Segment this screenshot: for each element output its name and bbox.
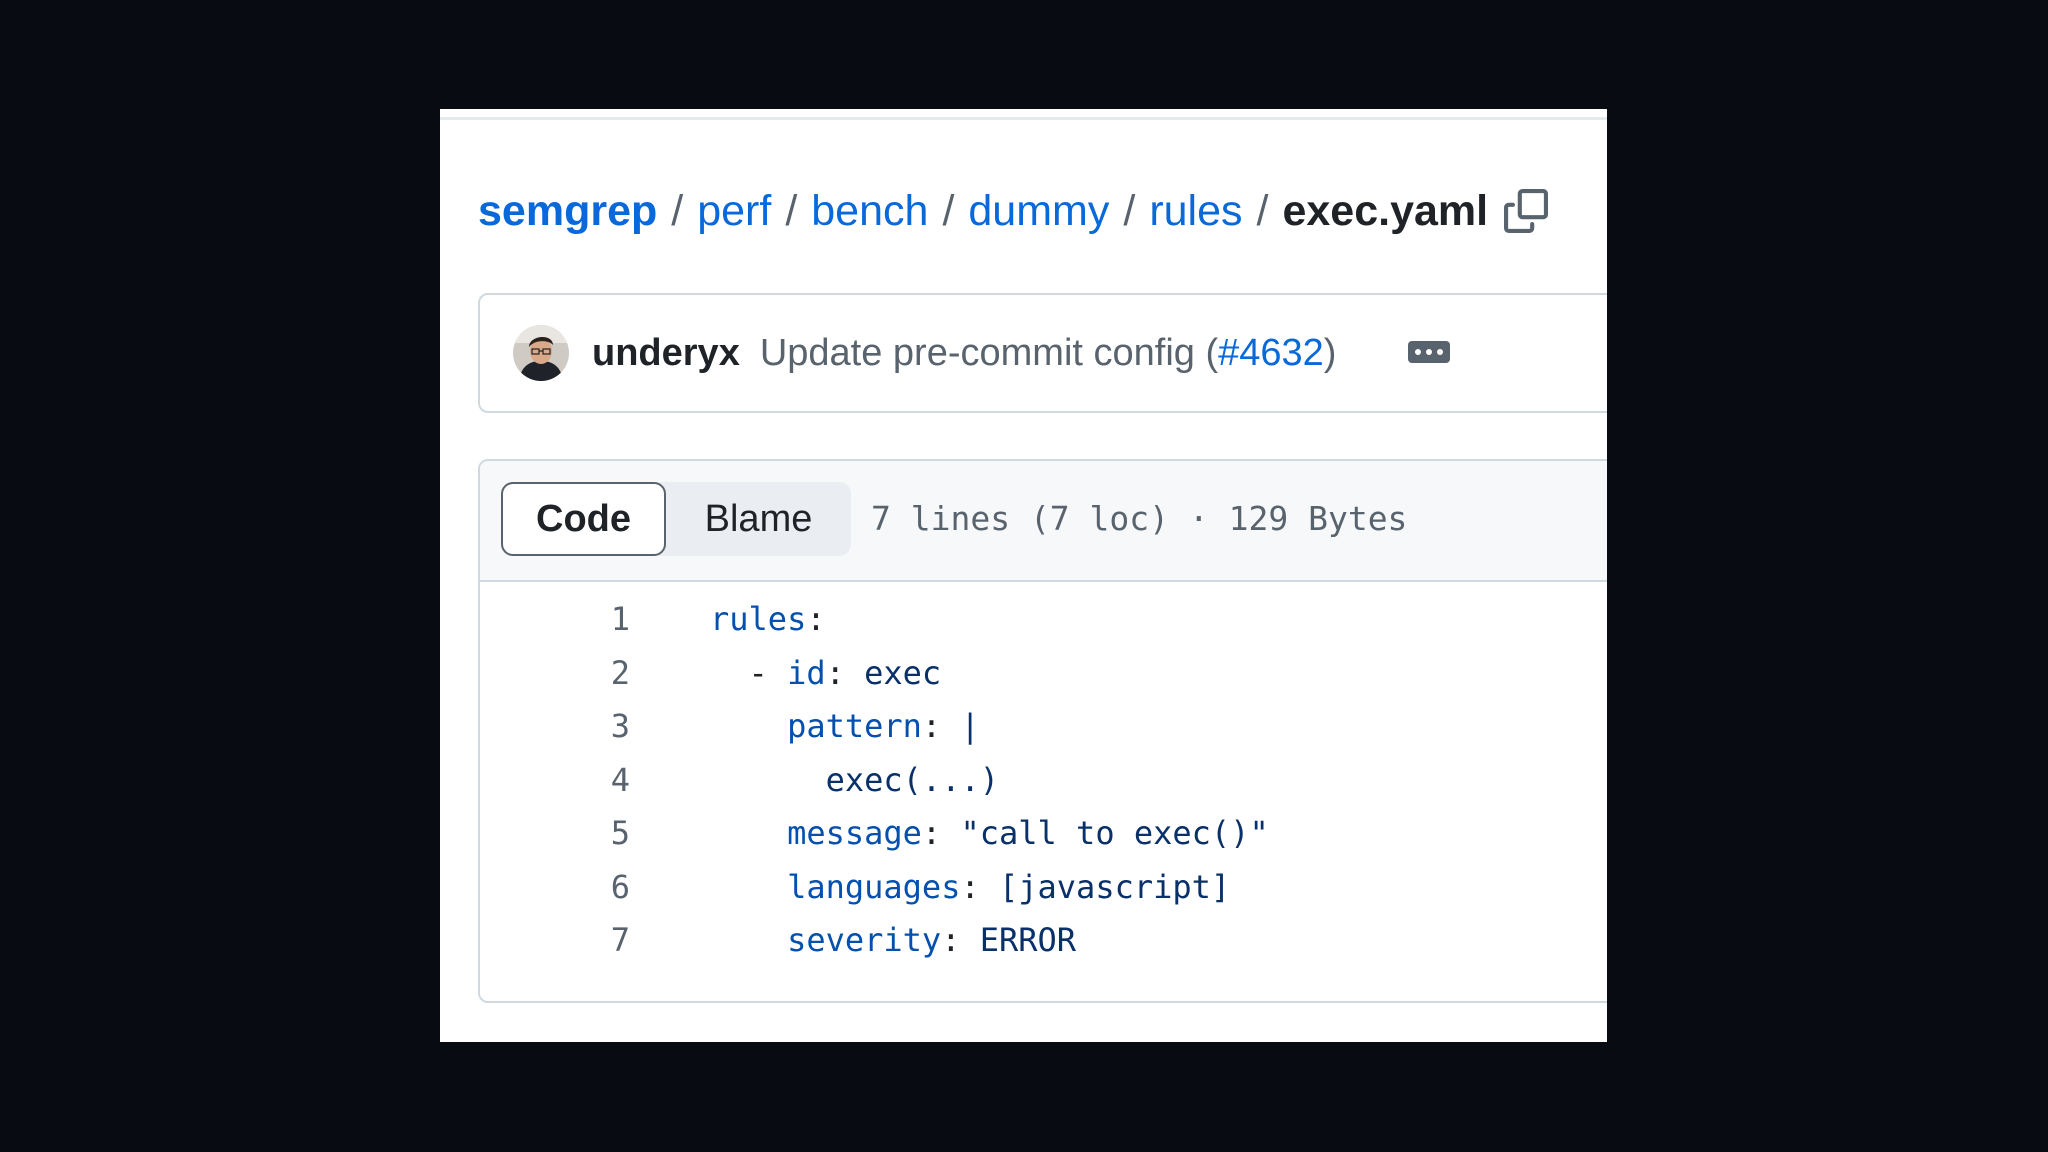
- code-token-indent: [710, 868, 787, 906]
- breadcrumb-folder-rules[interactable]: rules: [1149, 181, 1242, 241]
- breadcrumb-separator: /: [1123, 187, 1136, 235]
- line-number[interactable]: 3: [550, 707, 630, 745]
- file-contents-box: Code Blame 7 lines (7 loc) · 129 Bytes 1…: [478, 459, 1607, 1003]
- commit-message-suffix: ): [1323, 332, 1337, 374]
- code-line: 7 severity: ERROR: [480, 913, 1607, 967]
- code-token-key: message: [787, 814, 922, 852]
- code-token-indent: [710, 654, 749, 692]
- code-token-value: "call to exec()": [960, 814, 1269, 852]
- code-token-value: [javascript]: [998, 867, 1231, 906]
- commit-author-link[interactable]: underyx: [592, 332, 740, 374]
- latest-commit-box: underyx Update pre-commit config (#4632): [478, 293, 1607, 413]
- breadcrumb-file-name: exec.yaml: [1282, 187, 1489, 235]
- code-token-value: |: [960, 707, 980, 745]
- code-token-indent: [710, 761, 826, 799]
- avatar[interactable]: [513, 325, 569, 381]
- line-number[interactable]: 5: [550, 814, 630, 852]
- breadcrumb-separator: /: [671, 187, 684, 235]
- code-token-key: languages: [787, 867, 961, 906]
- code-token-value: exec: [864, 653, 942, 692]
- code-blame-toggle: Code Blame: [501, 482, 851, 556]
- code-token-key: severity: [787, 921, 942, 959]
- code-view: 1 rules: 2 - id: exec 3 pattern: | 4 exec(..…: [480, 580, 1607, 967]
- code-line: 4 exec(...): [480, 753, 1607, 807]
- code-text: languages: [javascript]: [710, 868, 1230, 906]
- breadcrumb-folder-dummy[interactable]: dummy: [968, 181, 1109, 241]
- code-token-indent: [710, 921, 787, 959]
- code-token-sep: :: [825, 653, 865, 692]
- code-token-sep: :: [921, 707, 961, 745]
- line-number[interactable]: 6: [550, 868, 630, 906]
- code-text: severity: ERROR: [710, 921, 1076, 959]
- divider: [440, 117, 1607, 120]
- file-header: Code Blame 7 lines (7 loc) · 129 Bytes: [480, 461, 1607, 582]
- breadcrumb-folder-bench[interactable]: bench: [811, 181, 928, 241]
- breadcrumb-separator: /: [1256, 187, 1269, 235]
- code-line: 2 - id: exec: [480, 646, 1607, 700]
- line-number[interactable]: 2: [550, 654, 630, 692]
- code-token-key: rules: [710, 600, 807, 638]
- code-token-value: exec(...): [825, 760, 999, 799]
- breadcrumb-repo-link[interactable]: semgrep: [478, 181, 657, 241]
- line-number[interactable]: 4: [550, 761, 630, 799]
- code-token-sep: :: [960, 867, 999, 906]
- code-token-key: pattern: [787, 707, 922, 745]
- file-info: 7 lines (7 loc) · 129 Bytes: [871, 499, 1408, 538]
- code-token-sep: :: [921, 814, 961, 852]
- breadcrumb-separator: /: [785, 187, 798, 235]
- tab-code[interactable]: Code: [501, 482, 666, 556]
- code-token-indent: [710, 707, 787, 745]
- code-text: rules:: [710, 600, 826, 638]
- line-number[interactable]: 7: [550, 921, 630, 959]
- copy-icon[interactable]: [1504, 189, 1549, 233]
- ellipsis-icon[interactable]: [1408, 341, 1450, 363]
- breadcrumb-folder-perf[interactable]: perf: [697, 181, 771, 241]
- code-token-sep: :: [941, 921, 980, 959]
- code-text: message: "call to exec()": [710, 814, 1269, 852]
- code-text: pattern: |: [710, 707, 980, 745]
- code-line: 1 rules:: [480, 592, 1607, 646]
- commit-message[interactable]: Update pre-commit config (: [760, 332, 1218, 374]
- pull-request-link[interactable]: #4632: [1218, 332, 1324, 374]
- code-token-dash: -: [748, 653, 788, 692]
- breadcrumb: semgrep / perf / bench / dummy / rules /…: [478, 181, 1549, 241]
- code-line: 5 message: "call to exec()": [480, 806, 1607, 860]
- file-view-panel: semgrep / perf / bench / dummy / rules /…: [440, 109, 1607, 1042]
- breadcrumb-separator: /: [942, 187, 955, 235]
- code-text: - id: exec: [710, 653, 942, 692]
- tab-blame[interactable]: Blame: [666, 482, 851, 556]
- code-token-value: ERROR: [979, 921, 1077, 959]
- code-token-indent: [710, 814, 787, 852]
- code-token-key: id: [787, 653, 826, 692]
- code-line: 6 languages: [javascript]: [480, 860, 1607, 914]
- code-token-sep: :: [806, 600, 826, 638]
- line-number[interactable]: 1: [550, 600, 630, 638]
- code-line: 3 pattern: |: [480, 699, 1607, 753]
- code-text: exec(...): [710, 761, 999, 799]
- commit-summary: underyx Update pre-commit config (#4632): [592, 325, 1336, 381]
